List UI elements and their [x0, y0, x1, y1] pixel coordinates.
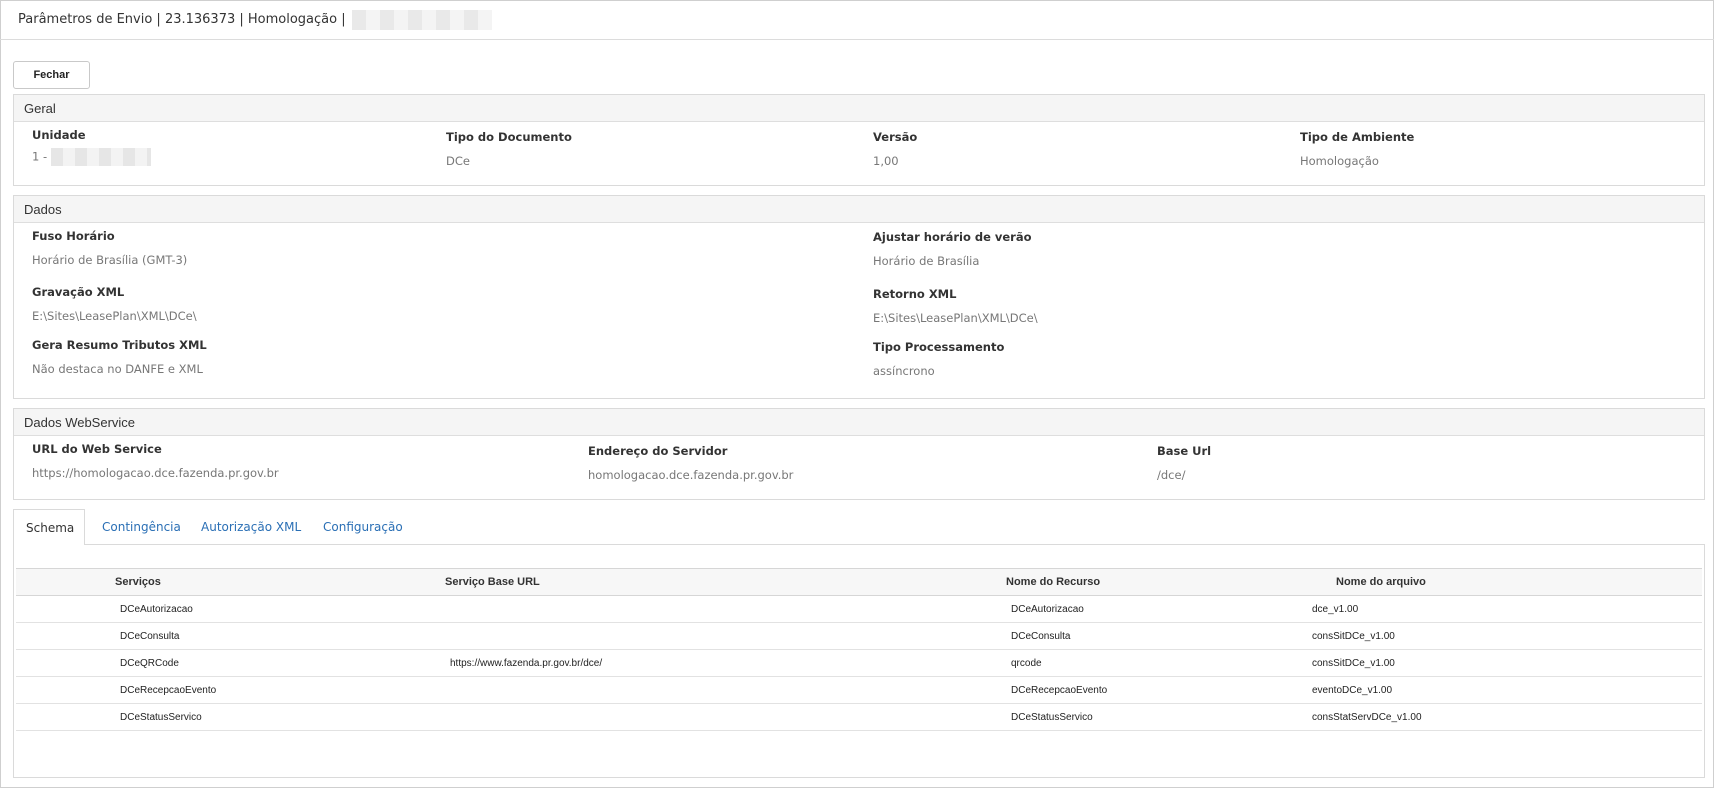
- field-gravacao: Gravação XML E:\Sites\LeasePlan\XML\DCe\: [32, 285, 197, 323]
- close-button[interactable]: Fechar: [13, 61, 90, 89]
- field-tipo-documento: Tipo do Documento DCe: [446, 130, 572, 168]
- cell-servico: DCeStatusServico: [120, 712, 202, 723]
- panel-dados: Dados Fuso Horário Horário de Brasília (…: [13, 195, 1705, 399]
- tipo-processamento-value: assíncrono: [873, 364, 935, 378]
- field-tipo-processamento: Tipo Processamento assíncrono: [873, 340, 1004, 378]
- panel-webservice: Dados WebService URL do Web Service http…: [13, 408, 1705, 500]
- fuso-label: Fuso Horário: [32, 229, 115, 243]
- versao-label: Versão: [873, 130, 918, 144]
- panel-dados-title: Dados: [14, 196, 1704, 223]
- cell-servico: DCeRecepcaoEvento: [120, 685, 217, 696]
- cell-recurso: DCeStatusServico: [1011, 712, 1093, 723]
- tab-autorizacao-xml[interactable]: Autorização XML: [189, 509, 313, 545]
- field-ajustar: Ajustar horário de verão Horário de Bras…: [873, 230, 1032, 268]
- field-unidade: Unidade 1 -: [32, 128, 152, 166]
- cell-arquivo: dce_v1.00: [1312, 604, 1359, 615]
- cell-recurso: qrcode: [1011, 658, 1042, 669]
- cell-servico: DCeConsulta: [120, 631, 180, 642]
- tipo-processamento-label: Tipo Processamento: [873, 340, 1005, 354]
- grid-header: Serviços Serviço Base URL Nome do Recurs…: [16, 569, 1702, 596]
- gera-resumo-label: Gera Resumo Tributos XML: [32, 338, 207, 352]
- gravacao-value: E:\Sites\LeasePlan\XML\DCe\: [32, 309, 197, 323]
- fuso-value: Horário de Brasília (GMT-3): [32, 253, 188, 267]
- table-row[interactable]: DCeQRCode https://www.fazenda.pr.gov.br/…: [16, 650, 1702, 677]
- cell-servico: DCeAutorizacao: [120, 604, 193, 615]
- gera-resumo-value: Não destaca no DANFE e XML: [32, 362, 203, 376]
- field-versao: Versão 1,00: [873, 130, 917, 168]
- redacted-unidade: [51, 148, 152, 166]
- col-header-servico-base-url[interactable]: Serviço Base URL: [445, 576, 540, 588]
- title-bar: Parâmetros de Envio | 23.136373 | Homolo…: [0, 0, 1714, 40]
- page-title: Parâmetros de Envio | 23.136373 | Homolo…: [18, 12, 346, 27]
- unidade-label: Unidade: [32, 128, 86, 142]
- base-url-value: /dce/: [1157, 468, 1186, 482]
- field-endereco-servidor: Endereço do Servidor homologacao.dce.faz…: [588, 444, 793, 482]
- base-url-label: Base Url: [1157, 444, 1212, 458]
- col-header-nome-arquivo[interactable]: Nome do arquivo: [1336, 576, 1426, 588]
- cell-recurso: DCeConsulta: [1011, 631, 1071, 642]
- schema-grid: Serviços Serviço Base URL Nome do Recurs…: [16, 568, 1702, 731]
- cell-base-url: https://www.fazenda.pr.gov.br/dce/: [450, 658, 603, 669]
- cell-arquivo: consStatServDCe_v1.00: [1312, 712, 1422, 723]
- panel-geral: Geral Unidade 1 - Tipo do Documento DCe …: [13, 94, 1705, 186]
- ajustar-value: Horário de Brasília: [873, 254, 980, 268]
- url-webservice-label: URL do Web Service: [32, 442, 162, 456]
- panel-geral-title: Geral: [14, 95, 1704, 122]
- tab-content-schema: Serviços Serviço Base URL Nome do Recurs…: [13, 545, 1705, 778]
- retorno-value: E:\Sites\LeasePlan\XML\DCe\: [873, 311, 1038, 325]
- field-fuso: Fuso Horário Horário de Brasília (GMT-3): [32, 229, 187, 267]
- col-header-nome-recurso[interactable]: Nome do Recurso: [1006, 576, 1100, 588]
- panel-webservice-title: Dados WebService: [14, 409, 1704, 436]
- table-row[interactable]: DCeStatusServico DCeStatusServico consSt…: [16, 704, 1702, 731]
- endereco-servidor-label: Endereço do Servidor: [588, 444, 728, 458]
- gravacao-label: Gravação XML: [32, 285, 125, 299]
- field-retorno: Retorno XML E:\Sites\LeasePlan\XML\DCe\: [873, 287, 1038, 325]
- field-gera-resumo: Gera Resumo Tributos XML Não destaca no …: [32, 338, 207, 376]
- field-base-url: Base Url /dce/: [1157, 444, 1211, 482]
- tab-configuracao[interactable]: Configuração: [311, 509, 415, 545]
- tipo-documento-value: DCe: [446, 154, 470, 168]
- cell-recurso: DCeRecepcaoEvento: [1011, 685, 1108, 696]
- tab-bar: Schema Contingência Autorização XML Conf…: [13, 509, 1705, 546]
- versao-value: 1,00: [873, 154, 899, 168]
- ajustar-label: Ajustar horário de verão: [873, 230, 1032, 244]
- table-row[interactable]: DCeConsulta DCeConsulta consSitDCe_v1.00: [16, 623, 1702, 650]
- retorno-label: Retorno XML: [873, 287, 957, 301]
- tab-schema[interactable]: Schema: [13, 509, 85, 546]
- redacted-name: [351, 9, 492, 30]
- unidade-value: 1 -: [32, 148, 152, 166]
- cell-recurso: DCeAutorizacao: [1011, 604, 1084, 615]
- cell-servico: DCeQRCode: [120, 658, 179, 669]
- table-row[interactable]: DCeAutorizacao DCeAutorizacao dce_v1.00: [16, 596, 1702, 623]
- field-url-webservice: URL do Web Service https://homologacao.d…: [32, 442, 279, 480]
- endereco-servidor-value: homologacao.dce.fazenda.pr.gov.br: [588, 468, 794, 482]
- field-tipo-ambiente: Tipo de Ambiente Homologação: [1300, 130, 1414, 168]
- url-webservice-value: https://homologacao.dce.fazenda.pr.gov.b…: [32, 466, 279, 480]
- tab-contingencia[interactable]: Contingência: [90, 509, 193, 545]
- tipo-ambiente-value: Homologação: [1300, 154, 1379, 168]
- cell-arquivo: consSitDCe_v1.00: [1312, 658, 1395, 669]
- table-row[interactable]: DCeRecepcaoEvento DCeRecepcaoEvento even…: [16, 677, 1702, 704]
- cell-arquivo: consSitDCe_v1.00: [1312, 631, 1395, 642]
- tipo-documento-label: Tipo do Documento: [446, 130, 572, 144]
- cell-arquivo: eventoDCe_v1.00: [1312, 685, 1393, 696]
- col-header-servicos[interactable]: Serviços: [115, 576, 161, 588]
- tipo-ambiente-label: Tipo de Ambiente: [1300, 130, 1415, 144]
